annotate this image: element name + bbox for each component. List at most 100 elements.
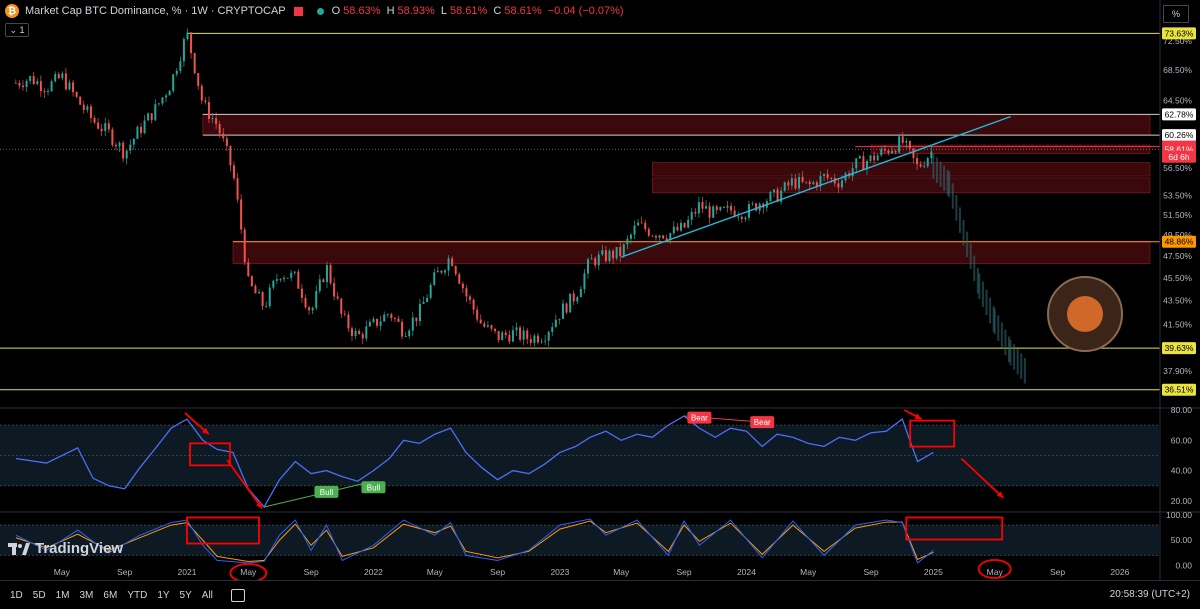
candle-body [93,118,96,123]
candle-body [207,101,210,119]
candle-body [515,327,518,331]
candle-body [150,113,153,121]
candle-body [75,92,78,97]
candle-body [640,222,643,224]
candle-body [376,318,379,326]
price-tick-7: 47.50% [1163,251,1192,261]
candle-body [594,258,597,266]
candle-body [350,328,353,336]
rsi-tick-2: 40.00 [1171,466,1193,476]
candle-body [286,277,289,279]
candle-body [494,328,497,332]
price-tick-8: 45.50% [1163,273,1192,283]
candle-body [629,234,632,239]
price-tick-10: 41.50% [1163,320,1192,330]
candle-body [315,291,318,308]
candle-body [479,319,482,324]
timeframe-1y[interactable]: 1Y [157,590,169,601]
timeframe-5d[interactable]: 5D [33,590,46,601]
timeframe-1m[interactable]: 1M [56,590,70,601]
candle-body [522,330,525,340]
resistance-zone-2 [652,162,1151,177]
price-label-7: 39.63% [1165,343,1194,353]
candle-body [916,158,919,165]
candle-body [225,138,228,147]
candle-body [229,146,232,166]
candle-body [662,235,665,239]
candle-body [415,317,418,322]
candle-body [258,292,261,294]
projection-candle [1016,348,1019,375]
candle-body [826,174,829,178]
candle-body [418,303,421,322]
candle-body [54,74,57,82]
candle-body [701,202,704,209]
candle-body [705,206,708,209]
candle-body [36,81,39,85]
projection-candle [948,171,951,198]
projection-candle [1013,344,1016,370]
candle-body [887,150,890,154]
candle-body [308,307,311,311]
candle-body [622,244,625,256]
candle-body [547,331,550,341]
price-label-0: 73.63% [1165,28,1194,38]
candle-body [469,296,472,300]
candle-body [408,330,411,337]
candle-body [519,327,522,340]
timeframe-3m[interactable]: 3M [80,590,94,601]
candle-body [247,262,250,277]
candle-body [501,332,504,341]
time-tick-9: May [613,567,630,577]
candle-body [411,317,414,331]
candle-body [880,149,883,156]
candle-body [300,288,303,298]
candle-body [590,258,593,260]
time-tick-17: 2026 [1110,567,1129,577]
candle-body [901,136,904,143]
candle-body [118,142,121,147]
timeframe-1d[interactable]: 1D [10,590,23,601]
candle-body [390,314,393,319]
projection-candle [973,255,976,282]
candle-body [240,199,243,230]
candle-body [333,283,336,297]
timeframe-all[interactable]: All [202,590,213,601]
candle-body [862,156,865,170]
candle-body [601,250,604,255]
candle-body [644,222,647,230]
clock-readout[interactable]: 20:58:39 (UTC+2) [1110,589,1190,600]
price-label-8: 36.51% [1165,385,1194,395]
candle-body [637,222,640,226]
candle-body [551,327,554,332]
candle-body [393,318,396,319]
calendar-icon[interactable] [230,588,245,602]
chart-canvas[interactable]: 72.50%68.50%64.50%56.50%53.50%51.50%49.5… [0,0,1200,580]
projection-candle [989,297,992,324]
timeframe-5y[interactable]: 5Y [180,590,192,601]
candle-body [715,206,718,211]
tradingview-logo[interactable]: TradingView [8,540,123,557]
candle-body [476,309,479,320]
timeframe-6m[interactable]: 6M [103,590,117,601]
candle-body [794,178,797,189]
rsi-tick-1: 60.00 [1171,435,1193,445]
candle-body [647,229,650,236]
candle-body [297,271,300,289]
price-label-5: 6d 6h [1168,152,1190,162]
projection-candle [1023,358,1026,384]
candle-body [690,212,693,220]
candle-body [837,183,840,188]
candle-body [451,258,454,267]
candle-body [751,203,754,205]
time-tick-15: May [987,567,1004,577]
price-tick-3: 56.50% [1163,163,1192,173]
candle-body [740,216,743,220]
candle-body [329,265,332,284]
candle-body [587,259,590,274]
timeframe-ytd[interactable]: YTD [127,590,147,601]
candle-body [211,118,214,120]
candle-body [687,219,690,228]
candle-body [683,222,686,228]
candle-body [569,293,572,313]
